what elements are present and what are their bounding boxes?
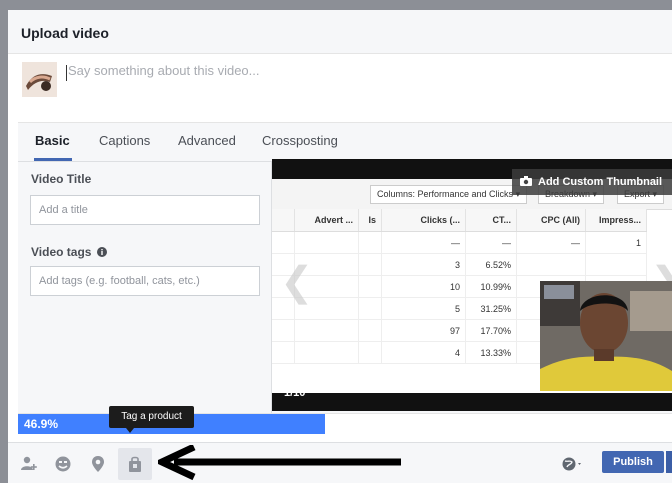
table-header: Impress... [585,209,647,232]
table-header-spacer [272,209,295,232]
video-preview: Columns: Performance and Clicks ▾ Breakd… [272,159,672,411]
thumbnail-button-label: Add Custom Thumbnail [538,176,663,188]
table-row: 3 6.52% [272,253,647,276]
table-cell: 1 [585,231,647,254]
avatar [22,62,57,97]
table-cell [358,319,382,342]
columns-dropdown: Columns: Performance and Clicks ▾ [370,185,528,204]
active-tab-indicator [34,158,72,161]
table-cell: 17.70% [465,319,517,342]
publish-options-button[interactable] [666,451,672,473]
tab-basic[interactable]: Basic [35,133,70,148]
composer [8,54,672,116]
text-caret [66,65,67,81]
table-cell [294,341,359,364]
video-tags-input[interactable] [31,267,259,295]
table-cell [272,341,295,364]
audience-globe-icon[interactable] [561,455,585,473]
basic-form: Video Title Video tags [18,162,272,422]
table-cell: 10 [381,275,466,298]
columns-label: Columns: Performance and Clicks [377,189,514,199]
table-cell: 6.52% [465,253,517,276]
video-title-input[interactable] [31,196,259,224]
slide-counter: 1/10 [284,387,306,399]
table-cell: 3 [381,253,466,276]
tab-bar: Basic Captions Advanced Crossposting [18,123,672,162]
table-cell: 31.25% [465,297,517,320]
table-cell [272,319,295,342]
upload-progress-text: 46.9% [24,417,59,431]
video-tags-field [30,266,260,296]
tab-captions[interactable]: Captions [99,133,150,148]
publish-button[interactable]: Publish [602,451,664,473]
table-cell: 13.33% [465,341,517,364]
table-cell: 4 [381,341,466,364]
tooltip-tail [126,428,134,433]
video-tags-label-text: Video tags [31,245,92,259]
table-cell [358,275,382,298]
table-row: — — —1 [272,231,647,254]
previous-thumbnail-icon[interactable]: ❮ [280,259,314,305]
dialog-header: Upload video [8,10,672,54]
annotation-arrow-icon [158,445,401,481]
table-cell: — [381,231,466,254]
tab-crossposting[interactable]: Crossposting [262,133,338,148]
table-header: CPC (All) [516,209,586,232]
dialog-title: Upload video [21,25,109,41]
tag-product-icon[interactable] [126,455,144,473]
table-header: Advert ... [294,209,359,232]
table-cell: — [516,231,586,254]
video-title-label: Video Title [31,172,92,186]
table-cell [294,231,359,254]
info-icon[interactable] [96,247,107,257]
camera-icon [520,176,532,186]
table-cell [358,231,382,254]
table-cell [272,231,295,254]
table-cell [358,253,382,276]
status-input[interactable] [68,63,628,78]
table-cell: 5 [381,297,466,320]
table-cell [516,253,586,276]
video-tags-label: Video tags [31,245,107,259]
feeling-icon[interactable] [54,455,72,473]
table-cell: 97 [381,319,466,342]
add-custom-thumbnail-button[interactable]: Add Custom Thumbnail [512,169,672,195]
upload-video-dialog: Upload video Basic Captions Advanced Cro… [8,10,672,483]
table-cell [294,319,359,342]
table-header: CT... [465,209,517,232]
webcam-overlay [540,281,672,391]
table-cell [585,253,647,276]
tag-product-tooltip: Tag a product [109,406,194,428]
table-cell: — [465,231,517,254]
table-cell: 10.99% [465,275,517,298]
table-header: Clicks (... [381,209,466,232]
table-header-row: Advert ... Is Clicks (... CT... CPC (All… [272,209,647,232]
table-header: Is [358,209,382,232]
check-in-icon[interactable] [89,455,107,473]
table-cell [358,341,382,364]
video-title-field [30,195,260,225]
table-cell [358,297,382,320]
tag-friends-icon[interactable] [20,455,38,473]
tab-advanced[interactable]: Advanced [178,133,236,148]
